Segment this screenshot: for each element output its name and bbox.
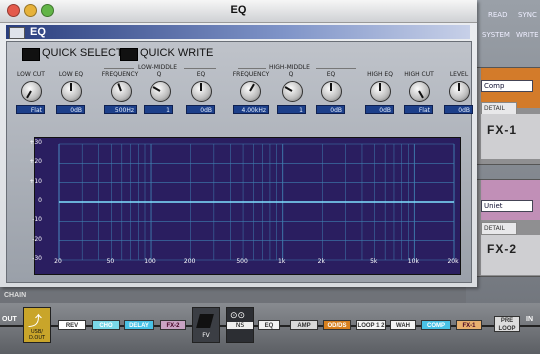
quick-write-button[interactable] — [120, 48, 138, 61]
high-mid-eq-knob[interactable] — [321, 81, 342, 102]
fx2-detail-button[interactable]: DETAIL — [481, 222, 517, 235]
fx2-card: Uniet DETAIL FX-2 — [472, 179, 540, 277]
title-bar[interactable]: EQ — [0, 0, 477, 23]
y-tick-label: +20 — [29, 158, 42, 166]
chain-block-delay[interactable]: DELAY — [124, 320, 154, 330]
low-mid-frequency-value[interactable]: 500Hz — [104, 105, 137, 114]
fx2-label: FX-2 — [487, 242, 518, 256]
tab-read[interactable]: READ — [488, 11, 507, 19]
x-tick-label: 10k — [407, 258, 419, 265]
group-rule — [238, 68, 266, 69]
fv-label: FV — [202, 332, 210, 339]
param-label: LEVEL — [449, 71, 469, 78]
fx1-label: FX-1 — [487, 123, 518, 137]
fv-block[interactable]: FV — [192, 307, 220, 343]
x-tick-label: 2k — [317, 258, 325, 265]
x-tick-label: 1k — [278, 258, 286, 265]
low-middle-group-label: LOW-MIDDLE — [138, 64, 178, 71]
usb-dout-block[interactable]: ⤴ USB/ D.OUT — [23, 307, 51, 343]
tab-sync[interactable]: SYNC — [518, 11, 537, 19]
x-tick-label: 200 — [183, 258, 196, 265]
quick-write-label: QUICK WRITE — [140, 47, 214, 59]
eq-window: EQ EQ QUICK SELECT QUICK WRITE LOW-MIDDL… — [0, 0, 477, 287]
y-tick-label: +10 — [29, 177, 42, 185]
high-mid-q-knob[interactable] — [282, 81, 303, 102]
x-tick-label: 500 — [236, 258, 248, 265]
param-label: EQ — [326, 71, 336, 78]
high-middle-group-label: HIGH-MIDDLE — [269, 64, 310, 71]
chain-in-label: IN — [526, 316, 533, 323]
pedal-icon — [196, 314, 214, 328]
param-label: LOW EQ — [58, 71, 84, 78]
x-tick-label: 5k — [370, 258, 378, 265]
group-rule — [104, 68, 134, 69]
quick-select-label: QUICK SELECT — [42, 47, 123, 59]
high-mid-frequency-value[interactable]: 4.00kHz — [233, 105, 269, 114]
low-eq-value[interactable]: 0dB — [56, 105, 85, 114]
low-mid-eq-knob[interactable] — [191, 81, 212, 102]
high-mid-q-value[interactable]: 1 — [277, 105, 306, 114]
param-label: EQ — [196, 71, 206, 78]
eq-header-label: EQ — [30, 26, 46, 38]
background-app-panel — [466, 0, 540, 354]
y-tick-label: -30 — [32, 255, 42, 262]
low-cut-knob[interactable] — [21, 81, 42, 102]
fx2-type-select[interactable]: Uniet — [481, 200, 533, 212]
y-tick-label: +30 — [29, 139, 42, 146]
high-cut-value[interactable]: Flat — [404, 105, 433, 114]
usb-dout-label: USB/ D.OUT — [28, 329, 46, 341]
low-mid-frequency-knob[interactable] — [111, 81, 132, 102]
chain-block-comp[interactable]: COMP — [421, 320, 451, 330]
chain-out-label: OUT — [2, 316, 17, 323]
high-mid-frequency-knob[interactable] — [240, 81, 261, 102]
usb-icon: ⤴ — [28, 314, 42, 330]
chain-block-fx1[interactable]: FX-1 — [456, 320, 482, 330]
low-mid-eq-value[interactable]: 0dB — [186, 105, 215, 114]
fx1-type-select[interactable]: Comp — [481, 80, 533, 92]
group-rule — [184, 68, 216, 69]
chain-block-fx2[interactable]: FX-2 — [160, 320, 186, 330]
y-tick-label: 0 — [38, 197, 42, 204]
y-tick-label: -10 — [32, 216, 42, 224]
tab-write[interactable]: WRITE — [516, 31, 539, 39]
x-tick-label: 20k — [447, 258, 459, 265]
chain-block-amp[interactable]: AMP — [290, 320, 318, 330]
high-cut-knob[interactable] — [409, 81, 430, 102]
level-value[interactable]: 0dB — [444, 105, 473, 114]
fx1-card: Comp DETAIL FX-1 — [472, 67, 540, 165]
chain-block-eq[interactable]: EQ — [258, 320, 280, 330]
x-tick-label: 50 — [106, 258, 115, 265]
low-cut-value[interactable]: Flat — [16, 105, 45, 114]
eq-graph-canvas — [58, 143, 455, 261]
x-tick-label: 100 — [144, 258, 156, 265]
chain-block-wah[interactable]: WAH — [390, 320, 416, 330]
low-mid-q-value[interactable]: 1 — [144, 105, 173, 114]
knob-pair-icon: ⊙⊙ — [230, 311, 246, 321]
chain-block-cho[interactable]: CHO — [92, 320, 120, 330]
group-rule — [316, 68, 356, 69]
window-title: EQ — [230, 4, 247, 16]
x-tick-label: 20 — [54, 258, 62, 265]
chain-block-loop[interactable]: LOOP 1 2 — [356, 320, 386, 330]
high-mid-eq-value[interactable]: 0dB — [316, 105, 345, 114]
ns-label: NS — [227, 322, 253, 329]
level-knob[interactable] — [449, 81, 470, 102]
chain-label: CHAIN — [4, 292, 27, 299]
y-tick-label: -20 — [32, 235, 42, 243]
low-eq-knob[interactable] — [61, 81, 82, 102]
ns-block[interactable]: ⊙⊙ NS — [226, 307, 254, 343]
eq-on-toggle[interactable] — [9, 27, 25, 39]
high-eq-value[interactable]: 0dB — [365, 105, 394, 114]
chain-block-odds[interactable]: OD/DS — [323, 320, 351, 330]
chain-block-rev[interactable]: REV — [58, 320, 86, 330]
chain-block-pre-loop[interactable]: PRE LOOP — [494, 316, 520, 332]
eq-header-bar: EQ — [6, 25, 470, 39]
tab-system[interactable]: SYSTEM — [482, 31, 510, 39]
quick-select-button[interactable] — [22, 48, 40, 61]
eq-response-graph — [34, 137, 461, 275]
low-mid-q-knob[interactable] — [150, 81, 171, 102]
high-eq-knob[interactable] — [370, 81, 391, 102]
